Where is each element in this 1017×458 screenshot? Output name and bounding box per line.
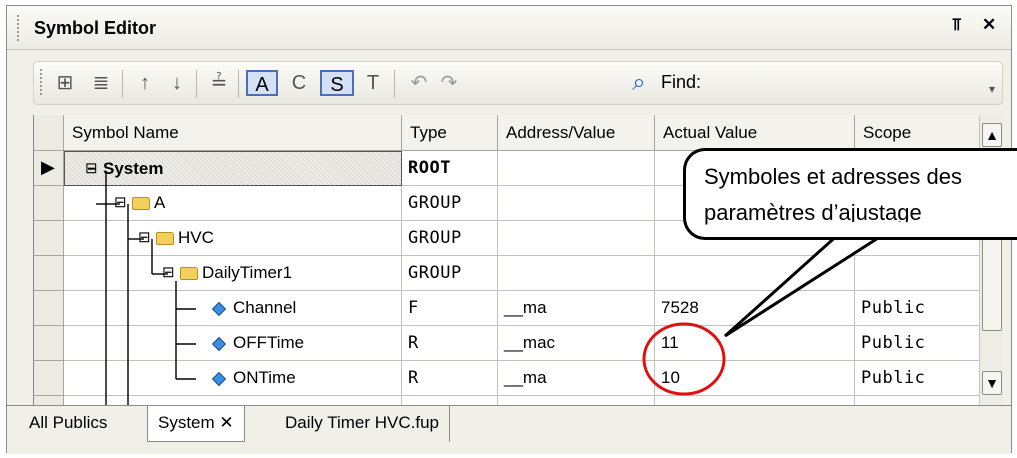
- callout-pointer-mask: [725, 222, 915, 228]
- callout-line-1: Symboles et adresses des: [704, 164, 963, 189]
- callout-pointer: [723, 222, 906, 338]
- highlight-circle: [642, 322, 726, 396]
